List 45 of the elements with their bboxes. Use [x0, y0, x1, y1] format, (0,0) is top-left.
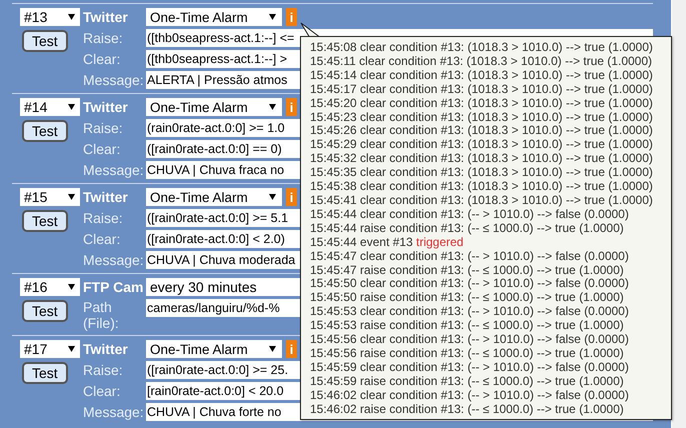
log-line: 15:45:17 clear condition #13: (1018.3 > 1010.0) --> true (1.0000): [310, 82, 654, 97]
field-label: Message:: [83, 403, 143, 421]
log-line: 15:46:02 clear condition #13: (-- > 1010.0) --> false (0.0000): [310, 388, 630, 403]
log-line: 15:45:20 clear condition #13: (1018.3 > 1010.0) --> true (1.0000): [310, 96, 654, 111]
rule-type: FTP Cam: [83, 278, 143, 296]
field-label: Raise:: [83, 361, 124, 379]
log-line: 15:45:53 raise condition #13: (-- ≤ 1000.0) --> true (1.0000): [310, 319, 625, 334]
field-label: Clear:: [83, 230, 122, 248]
log-line: 15:46:02 raise condition #13: (-- ≤ 1000.0) --> true (1.0000): [310, 402, 625, 416]
rule-type: Twitter: [83, 98, 129, 116]
field-label: Clear:: [83, 140, 122, 158]
rule-type: Twitter: [83, 188, 129, 206]
rule-type: Twitter: [83, 340, 129, 358]
log-line: 15:45:44 event #13 triggered: [310, 236, 464, 250]
log-line: 15:45:26 clear condition #13: (1018.3 > 1010.0) --> true (1.0000): [310, 124, 654, 138]
field-label: Raise:: [83, 119, 124, 137]
field-label: Message:: [83, 161, 143, 179]
log-line: 15:45:50 raise condition #13: (-- ≤ 1000.0) --> true (1.0000): [310, 291, 625, 306]
log-line: 15:45:23 clear condition #13: (1018.3 > 1010.0) --> true (1.0000): [310, 110, 654, 124]
field-label: Message:: [83, 251, 143, 269]
log-line: 15:45:41 clear condition #13: (1018.3 > 1010.0) --> true (1.0000): [310, 194, 654, 208]
log-line: 15:45:38 clear condition #13: (1018.3 > 1010.0) --> true (1.0000): [310, 180, 654, 194]
log-line: 15:45:44 clear condition #13: (-- > 1010.0) --> false (0.0000): [310, 208, 630, 222]
field-label: Clear:: [83, 382, 122, 400]
log-line: 15:45:44 raise condition #13: (-- ≤ 1000.0) --> true (1.0000): [310, 222, 625, 236]
log-line: 15:45:53 clear condition #13: (-- > 1010.0) --> false (0.0000): [310, 305, 630, 320]
log-line: 15:45:11 clear condition #13: (1018.3 > 1010.0) --> true (1.0000): [310, 54, 654, 69]
log-line: 15:45:59 raise condition #13: (-- ≤ 1000.0) --> true (1.0000): [310, 374, 625, 389]
log-line: 15:45:59 clear condition #13: (-- > 1010.0) --> false (0.0000): [310, 360, 630, 375]
log-line: 15:45:56 raise condition #13: (-- ≤ 1000.0) --> true (1.0000): [310, 346, 625, 361]
log-line: 15:45:14 clear condition #13: (1018.3 > 1010.0) --> true (1.0000): [310, 68, 654, 83]
log-line: 15:45:50 clear condition #13: (-- > 1010.0) --> false (0.0000): [310, 277, 630, 292]
field-label: Clear:: [83, 50, 122, 68]
log-line: 15:45:08 clear condition #13: (1018.3 > 1010.0) --> true (1.0000): [310, 41, 654, 55]
rule-type: Twitter: [83, 8, 129, 26]
field-label: Raise:: [83, 209, 124, 227]
log-line: 15:45:32 clear condition #13: (1018.3 > 1010.0) --> true (1.0000): [310, 152, 654, 166]
log-line: 15:45:47 raise condition #13: (-- ≤ 1000.0) --> true (1.0000): [310, 264, 625, 278]
log-line: 15:45:47 clear condition #13: (-- > 1010.0) --> false (0.0000): [310, 250, 630, 264]
field-label: Raise:: [83, 29, 124, 47]
log-line: 15:45:56 clear condition #13: (-- > 1010.0) --> false (0.0000): [310, 333, 630, 347]
field-label: Path (File):: [83, 299, 120, 331]
log-line: 15:45:29 clear condition #13: (1018.3 > 1010.0) --> true (1.0000): [310, 138, 654, 152]
log-line: 15:45:35 clear condition #13: (1018.3 > 1010.0) --> true (1.0000): [310, 166, 654, 180]
field-label: Message:: [83, 71, 143, 89]
